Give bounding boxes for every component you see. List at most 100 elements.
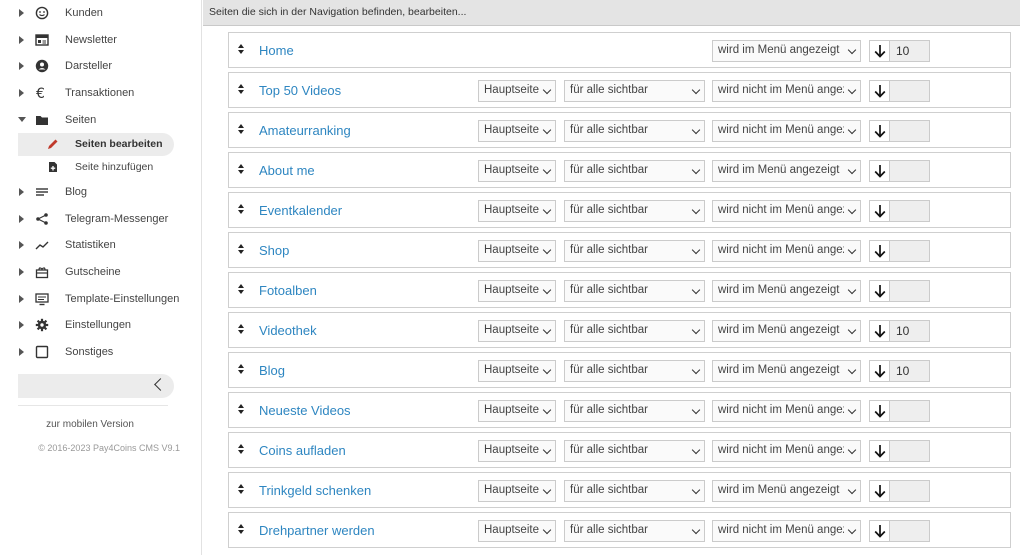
move-down-button[interactable]: [869, 360, 890, 382]
drag-handle-icon[interactable]: [238, 364, 244, 376]
menu-display-select[interactable]: wird nicht im Menü angezeigt: [712, 200, 861, 222]
move-down-button[interactable]: [869, 480, 890, 502]
drag-handle-icon[interactable]: [238, 244, 244, 256]
sidebar-item-telegram-messenger[interactable]: Telegram-Messenger: [0, 206, 201, 233]
page-type-select[interactable]: Hauptseite: [478, 440, 556, 462]
sidebar-item-darsteller[interactable]: Darsteller: [0, 53, 201, 80]
sidebar-subitem-seite-hinzufuegen[interactable]: Seite hinzufügen: [0, 156, 201, 179]
visibility-select[interactable]: für alle sichtbar: [564, 240, 705, 262]
visibility-select[interactable]: für alle sichtbar: [564, 200, 705, 222]
page-type-select[interactable]: Hauptseite: [478, 360, 556, 382]
sort-order-input[interactable]: 10: [889, 40, 930, 62]
visibility-select[interactable]: für alle sichtbar: [564, 360, 705, 382]
move-down-button[interactable]: [869, 40, 890, 62]
page-type-select[interactable]: Hauptseite: [478, 160, 556, 182]
sort-order-input[interactable]: [889, 80, 930, 102]
sidebar-item-kunden[interactable]: Kunden: [0, 0, 201, 27]
page-type-select[interactable]: Hauptseite: [478, 520, 556, 542]
drag-handle-icon[interactable]: [238, 44, 244, 56]
page-title-link[interactable]: Drehpartner werden: [259, 523, 375, 538]
visibility-select[interactable]: für alle sichtbar: [564, 480, 705, 502]
visibility-select[interactable]: für alle sichtbar: [564, 160, 705, 182]
visibility-select[interactable]: für alle sichtbar: [564, 400, 705, 422]
page-type-select[interactable]: Hauptseite: [478, 400, 556, 422]
menu-display-select[interactable]: wird im Menü angezeigt: [712, 360, 861, 382]
visibility-select[interactable]: für alle sichtbar: [564, 120, 705, 142]
menu-display-select[interactable]: wird im Menü angezeigt: [712, 160, 861, 182]
sidebar-item-einstellungen[interactable]: Einstellungen: [0, 312, 201, 339]
sidebar-item-transaktionen[interactable]: € Transaktionen: [0, 80, 201, 107]
page-title-link[interactable]: Blog: [259, 363, 285, 378]
page-title-link[interactable]: Shop: [259, 243, 289, 258]
sidebar-item-gutscheine[interactable]: Gutscheine: [0, 259, 201, 286]
move-down-button[interactable]: [869, 400, 890, 422]
sort-order-input[interactable]: 10: [889, 360, 930, 382]
move-down-button[interactable]: [869, 520, 890, 542]
menu-display-select[interactable]: wird nicht im Menü angezeigt: [712, 120, 861, 142]
sort-order-input[interactable]: [889, 400, 930, 422]
menu-display-select[interactable]: wird im Menü angezeigt: [712, 280, 861, 302]
sort-order-input[interactable]: [889, 520, 930, 542]
page-title-link[interactable]: Eventkalender: [259, 203, 342, 218]
sidebar-item-blog[interactable]: Blog: [0, 179, 201, 206]
drag-handle-icon[interactable]: [238, 284, 244, 296]
menu-display-select[interactable]: wird nicht im Menü angezeigt: [712, 240, 861, 262]
drag-handle-icon[interactable]: [238, 444, 244, 456]
menu-display-select[interactable]: wird nicht im Menü angezeigt: [712, 400, 861, 422]
page-title-link[interactable]: Trinkgeld schenken: [259, 483, 371, 498]
drag-handle-icon[interactable]: [238, 164, 244, 176]
sort-order-input[interactable]: [889, 480, 930, 502]
page-title-link[interactable]: Videothek: [259, 323, 317, 338]
sort-order-input[interactable]: [889, 440, 930, 462]
drag-handle-icon[interactable]: [238, 524, 244, 536]
visibility-select[interactable]: für alle sichtbar: [564, 280, 705, 302]
page-type-select[interactable]: Hauptseite: [478, 120, 556, 142]
page-type-select[interactable]: Hauptseite: [478, 80, 556, 102]
visibility-select[interactable]: für alle sichtbar: [564, 440, 705, 462]
menu-display-select[interactable]: wird nicht im Menü angezeigt: [712, 520, 861, 542]
sidebar-item-seiten[interactable]: Seiten: [0, 106, 201, 133]
drag-handle-icon[interactable]: [238, 324, 244, 336]
drag-handle-icon[interactable]: [238, 84, 244, 96]
menu-display-select[interactable]: wird im Menü angezeigt: [712, 320, 861, 342]
sidebar-subitem-seiten-bearbeiten[interactable]: Seiten bearbeiten: [18, 132, 174, 156]
drag-handle-icon[interactable]: [238, 484, 244, 496]
drag-handle-icon[interactable]: [238, 124, 244, 136]
page-title-link[interactable]: Coins aufladen: [259, 443, 346, 458]
page-type-select[interactable]: Hauptseite: [478, 280, 556, 302]
sort-order-input[interactable]: 10: [889, 320, 930, 342]
page-title-link[interactable]: Fotoalben: [259, 283, 317, 298]
move-down-button[interactable]: [869, 240, 890, 262]
sidebar-item-statistiken[interactable]: Statistiken: [0, 232, 201, 259]
menu-display-select[interactable]: wird im Menü angezeigt: [712, 40, 861, 62]
visibility-select[interactable]: für alle sichtbar: [564, 320, 705, 342]
move-down-button[interactable]: [869, 320, 890, 342]
sort-order-input[interactable]: [889, 120, 930, 142]
page-type-select[interactable]: Hauptseite: [478, 200, 556, 222]
page-type-select[interactable]: Hauptseite: [478, 480, 556, 502]
move-down-button[interactable]: [869, 120, 890, 142]
drag-handle-icon[interactable]: [238, 204, 244, 216]
move-down-button[interactable]: [869, 160, 890, 182]
page-title-link[interactable]: Home: [259, 43, 294, 58]
page-type-select[interactable]: Hauptseite: [478, 240, 556, 262]
sort-order-input[interactable]: [889, 160, 930, 182]
move-down-button[interactable]: [869, 280, 890, 302]
sidebar-item-newsletter[interactable]: Newsletter: [0, 27, 201, 54]
page-title-link[interactable]: Neueste Videos: [259, 403, 351, 418]
mobile-version-link[interactable]: zur mobilen Version: [0, 419, 180, 430]
move-down-button[interactable]: [869, 440, 890, 462]
sort-order-input[interactable]: [889, 240, 930, 262]
visibility-select[interactable]: für alle sichtbar: [564, 520, 705, 542]
menu-display-select[interactable]: wird nicht im Menü angezeigt: [712, 440, 861, 462]
sidebar-item-sonstiges[interactable]: Sonstiges: [0, 339, 201, 366]
sidebar-collapse-button[interactable]: [18, 374, 174, 398]
drag-handle-icon[interactable]: [238, 404, 244, 416]
page-title-link[interactable]: About me: [259, 163, 315, 178]
visibility-select[interactable]: für alle sichtbar: [564, 80, 705, 102]
move-down-button[interactable]: [869, 80, 890, 102]
sort-order-input[interactable]: [889, 200, 930, 222]
sidebar-item-template-einstellungen[interactable]: Template-Einstellungen: [0, 285, 201, 312]
page-title-link[interactable]: Top 50 Videos: [259, 83, 341, 98]
move-down-button[interactable]: [869, 200, 890, 222]
